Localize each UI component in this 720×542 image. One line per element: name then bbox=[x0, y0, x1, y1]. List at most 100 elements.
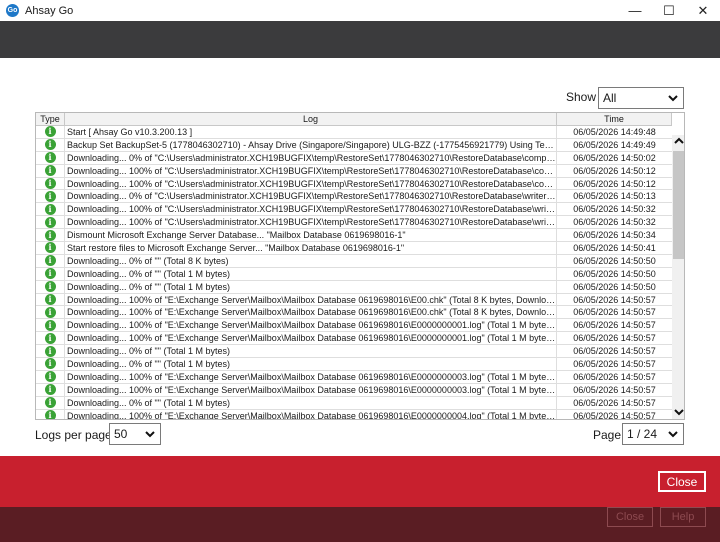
table-row[interactable]: i Start [ Ahsay Go v10.3.200.13 ] 06/05/20… bbox=[36, 126, 672, 139]
maximize-button[interactable]: ☐ bbox=[652, 0, 686, 21]
row-type-cell: i bbox=[36, 370, 65, 383]
table-row[interactable]: i Downloading... 0% of "" (Total 1 M byte… bbox=[36, 396, 672, 410]
scrollbar-thumb[interactable] bbox=[673, 151, 684, 259]
info-icon: i bbox=[44, 345, 56, 357]
table-row[interactable]: i Downloading... 100% of "E:\Exchange Ser… bbox=[36, 306, 672, 320]
row-time-cell: 06/05/2026 14:50:02 bbox=[573, 152, 656, 163]
row-time-cell: 06/05/2026 14:50:34 bbox=[573, 230, 656, 241]
row-type-cell: i bbox=[36, 293, 65, 306]
row-time-cell: 06/05/2026 14:50:32 bbox=[573, 204, 656, 215]
scroll-up-icon[interactable] bbox=[673, 135, 684, 147]
table-row[interactable]: i Downloading... 100% of "E:\Exchange Ser… bbox=[36, 409, 672, 420]
row-log-cell: Downloading... 100% of "E:\Exchange Serv… bbox=[67, 319, 557, 332]
show-filter-value: All bbox=[603, 91, 617, 105]
row-time-cell: 06/05/2026 14:50:57 bbox=[573, 410, 656, 420]
table-header: Type Log Time bbox=[36, 113, 672, 126]
log-table: Type Log Time i Start [ Ahsay Go v10.3.20… bbox=[35, 112, 685, 420]
app-logo-icon: Go bbox=[6, 4, 19, 17]
row-time-cell: 06/05/2026 14:50:50 bbox=[573, 255, 656, 266]
info-icon: i bbox=[44, 306, 56, 318]
table-row[interactable]: i Downloading... 100% of "C:\Users\admini… bbox=[36, 216, 672, 230]
table-row[interactable]: i Downloading... 0% of "" (Total 8 K byte… bbox=[36, 254, 672, 268]
table-row[interactable]: i Downloading... 100% of "E:\Exchange Ser… bbox=[36, 332, 672, 346]
row-log-cell: Downloading... 100% of "E:\Exchange Serv… bbox=[67, 306, 557, 319]
row-type-cell: i bbox=[36, 267, 65, 280]
row-log-cell: Downloading... 0% of "" (Total 1 M bytes… bbox=[65, 358, 557, 370]
row-log-cell: Downloading... 100% of "E:\Exchange Serv… bbox=[67, 370, 557, 383]
row-type-cell: i bbox=[36, 306, 65, 319]
show-filter-select[interactable]: All bbox=[598, 87, 684, 109]
row-type-cell: i bbox=[36, 229, 65, 242]
info-icon: i bbox=[44, 139, 56, 151]
table-row[interactable]: i Downloading... 100% of "E:\Exchange Ser… bbox=[36, 293, 672, 307]
column-header-log[interactable]: Log bbox=[65, 113, 557, 125]
row-time-cell: 06/05/2026 14:50:57 bbox=[573, 320, 656, 331]
info-icon: i bbox=[44, 165, 56, 177]
row-time-cell: 06/05/2026 14:49:49 bbox=[573, 139, 656, 150]
row-type-cell: i bbox=[36, 138, 65, 151]
info-icon: i bbox=[44, 294, 56, 306]
table-row[interactable]: i Downloading... 0% of "" (Total 1 M byte… bbox=[36, 280, 672, 294]
show-label: Show bbox=[566, 90, 597, 104]
header-bar bbox=[0, 21, 720, 58]
close-window-button[interactable]: ✕ bbox=[686, 0, 720, 21]
row-time-cell: 06/05/2026 14:50:41 bbox=[573, 243, 656, 254]
row-type-cell: i bbox=[36, 383, 65, 396]
info-icon: i bbox=[44, 190, 56, 202]
row-log-cell: Dismount Microsoft Exchange Server Datab… bbox=[65, 229, 557, 242]
minimize-button[interactable]: — bbox=[618, 0, 652, 21]
table-row[interactable]: i Downloading... 100% of "C:\Users\admini… bbox=[36, 203, 672, 217]
info-icon: i bbox=[44, 255, 56, 267]
table-row[interactable]: i Downloading... 0% of "" (Total 1 M byte… bbox=[36, 345, 672, 359]
row-type-cell: i bbox=[36, 164, 65, 177]
chevron-down-icon bbox=[668, 95, 678, 102]
column-header-time[interactable]: Time bbox=[557, 113, 672, 125]
row-time-cell: 06/05/2026 14:50:57 bbox=[573, 346, 656, 357]
table-row[interactable]: i Start restore files to Microsoft Exchan… bbox=[36, 242, 672, 255]
table-row[interactable]: i Downloading... 100% of "C:\Users\admini… bbox=[36, 164, 672, 178]
info-icon: i bbox=[44, 319, 56, 331]
table-row[interactable]: i Downloading... 100% of "E:\Exchange Ser… bbox=[36, 370, 672, 384]
row-log-cell: Downloading... 100% of "E:\Exchange Serv… bbox=[67, 332, 557, 345]
info-icon: i bbox=[44, 126, 56, 138]
info-icon: i bbox=[44, 358, 56, 370]
table-row[interactable]: i Downloading... 0% of "" (Total 1 M byte… bbox=[36, 267, 672, 281]
page-select[interactable]: 1 / 24 bbox=[622, 423, 684, 445]
table-row[interactable]: i Downloading... 0% of "C:\Users\administ… bbox=[36, 190, 672, 204]
table-row[interactable]: i Downloading... 0% of "C:\Users\administ… bbox=[36, 151, 672, 165]
scroll-down-icon[interactable] bbox=[673, 406, 684, 418]
row-time-cell: 06/05/2026 14:50:57 bbox=[573, 333, 656, 344]
row-type-cell: i bbox=[36, 254, 65, 267]
table-row[interactable]: i Downloading... 100% of "C:\Users\admini… bbox=[36, 177, 672, 191]
row-time-cell: 06/05/2026 14:50:57 bbox=[573, 397, 656, 408]
table-row[interactable]: i Downloading... 100% of "E:\Exchange Ser… bbox=[36, 319, 672, 333]
info-icon: i bbox=[44, 371, 56, 383]
table-row[interactable]: i Backup Set BackupSet-5 (1778046302710) … bbox=[36, 138, 672, 152]
row-time-cell: 06/05/2026 14:50:57 bbox=[573, 307, 656, 318]
row-log-cell: Downloading... 100% of "C:\Users\adminis… bbox=[67, 216, 557, 229]
logs-per-page-select[interactable]: 50 bbox=[109, 423, 161, 445]
row-log-cell: Downloading... 0% of "" (Total 1 M bytes… bbox=[65, 396, 557, 409]
info-icon: i bbox=[44, 242, 56, 254]
row-type-cell: i bbox=[36, 409, 65, 419]
row-log-cell: Downloading... 0% of "" (Total 1 M bytes… bbox=[65, 345, 557, 358]
column-header-type[interactable]: Type bbox=[36, 113, 65, 125]
row-log-cell: Downloading... 0% of "" (Total 1 M bytes… bbox=[65, 267, 557, 280]
row-type-cell: i bbox=[36, 190, 65, 203]
info-icon: i bbox=[44, 410, 56, 419]
page-label: Page bbox=[593, 428, 622, 442]
row-log-cell: Start [ Ahsay Go v10.3.200.13 ] bbox=[65, 126, 557, 138]
row-type-cell: i bbox=[36, 396, 65, 409]
table-row[interactable]: i Downloading... 100% of "E:\Exchange Ser… bbox=[36, 383, 672, 397]
close-button[interactable]: Close bbox=[658, 471, 706, 492]
info-icon: i bbox=[44, 281, 56, 293]
row-type-cell: i bbox=[36, 332, 65, 345]
table-row[interactable]: i Dismount Microsoft Exchange Server Data… bbox=[36, 229, 672, 243]
logs-per-page-value: 50 bbox=[114, 427, 128, 441]
vertical-scrollbar[interactable] bbox=[672, 135, 684, 419]
row-type-cell: i bbox=[36, 345, 65, 358]
row-type-cell: i bbox=[36, 216, 65, 229]
row-log-cell: Downloading... 0% of "C:\Users\administr… bbox=[67, 151, 557, 164]
table-row[interactable]: i Downloading... 0% of "" (Total 1 M byte… bbox=[36, 358, 672, 371]
info-icon: i bbox=[44, 268, 56, 280]
